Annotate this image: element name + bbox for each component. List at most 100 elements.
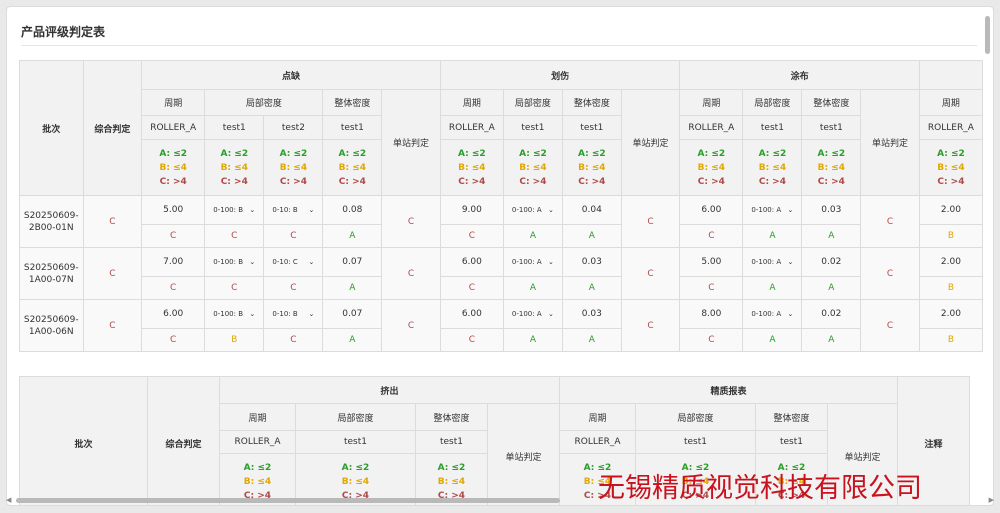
col-station-header: 单站判定 xyxy=(487,403,560,505)
col-station-header: 单站判定 xyxy=(381,89,441,196)
grading-table-1-viewport[interactable]: 批次 综合判定 点缺 划伤 涂布 周期 局部密度 整体密度 单站判定 周期 局部… xyxy=(19,60,983,352)
measured-value: 6.00 xyxy=(439,299,504,329)
col-period-header: 周期 xyxy=(679,89,744,116)
grade-cell: A xyxy=(742,276,803,300)
col-test-header: test2 xyxy=(263,115,324,140)
grade-range-select[interactable]: 0-10: C ⌄ xyxy=(271,256,315,269)
grade-range-select[interactable]: 0-100: A ⌄ xyxy=(750,308,794,321)
grade-b-criteria: B: ≤4 xyxy=(458,162,486,173)
grade-cell: A xyxy=(322,328,383,352)
scroll-right-icon[interactable]: ▶ xyxy=(989,496,994,504)
measured-value: 0.04 xyxy=(561,195,622,225)
grade-c-criteria: C: >4 xyxy=(817,176,845,187)
chevron-down-icon: ⌄ xyxy=(548,310,554,318)
scroll-left-icon[interactable]: ◀ xyxy=(6,496,11,504)
grade-a-criteria: A: ≤2 xyxy=(817,148,846,159)
grade-range-select[interactable]: 0-10: B ⌄ xyxy=(271,204,315,217)
grade-range-cell: 0-100: B ⌄ xyxy=(204,299,265,329)
col-test-header: ROLLER_A xyxy=(918,115,983,140)
grade-a-criteria: A: ≤2 xyxy=(437,462,466,473)
grade-cell: C xyxy=(204,276,265,300)
vertical-scroll-thumb[interactable] xyxy=(985,16,990,54)
batch-id: S20250609-1A00-06N xyxy=(19,299,84,352)
overall-grade: C xyxy=(82,247,143,300)
title-divider xyxy=(21,45,977,46)
grade-criteria: A: ≤2 B: ≤4 C: >4 xyxy=(801,139,862,196)
col-test-header: test1 xyxy=(635,430,756,454)
batch-id: S20250609-2B00-01N xyxy=(19,195,84,248)
grade-range-select[interactable]: 0-10: B ⌄ xyxy=(271,308,315,321)
grade-cell: A xyxy=(322,276,383,300)
overall-grade: C xyxy=(82,195,143,248)
chevron-down-icon: ⌄ xyxy=(249,310,256,318)
grade-cell: A xyxy=(801,276,862,300)
col-test-header: test1 xyxy=(742,115,803,140)
col-period-header: 周期 xyxy=(219,403,296,431)
grade-cell: C xyxy=(679,328,744,352)
measured-value: 0.08 xyxy=(322,195,383,225)
grade-cell: C xyxy=(679,276,744,300)
grade-cell: C xyxy=(439,328,504,352)
measured-value: 0.03 xyxy=(801,195,862,225)
horizontal-scroll-thumb[interactable] xyxy=(16,498,560,503)
grade-range-cell: 0-100: A ⌄ xyxy=(742,195,803,225)
col-station-header: 单站判定 xyxy=(860,89,920,196)
grade-range-select[interactable]: 0-100: A ⌄ xyxy=(750,256,794,269)
col-overall-header: 综合判定 xyxy=(147,376,220,505)
col-local-header: 局部密度 xyxy=(502,89,563,116)
grade-b-criteria: B: ≤4 xyxy=(817,162,846,173)
grade-b-criteria: B: ≤4 xyxy=(578,162,606,173)
grade-range-select[interactable]: 0-100: A ⌄ xyxy=(750,204,794,217)
grade-cell: B xyxy=(918,276,983,300)
col-test-header: test1 xyxy=(322,115,383,140)
grade-range-select[interactable]: 0-100: A ⌄ xyxy=(511,256,555,269)
measured-value: 0.03 xyxy=(561,299,622,329)
col-test-header: ROLLER_A xyxy=(219,430,296,454)
chevron-down-icon: ⌄ xyxy=(308,258,315,266)
grade-range-cell: 0-10: C ⌄ xyxy=(263,247,324,277)
measured-value: 0.07 xyxy=(322,299,383,329)
grade-cell: A xyxy=(322,224,383,248)
station-grade: C xyxy=(381,299,441,352)
col-test-header: ROLLER_A xyxy=(559,430,636,454)
grade-criteria: A: ≤2 B: ≤4 C: >4 xyxy=(918,139,983,196)
grade-range-select[interactable]: 0-100: B ⌄ xyxy=(212,204,256,217)
measured-value: 7.00 xyxy=(141,247,206,277)
grade-b-criteria: B: ≤4 xyxy=(758,162,787,173)
grade-cell: A xyxy=(742,224,803,248)
grade-cell: A xyxy=(502,224,563,248)
grade-cell: A xyxy=(502,328,563,352)
chevron-down-icon: ⌄ xyxy=(787,258,794,266)
grade-range-cell: 0-100: A ⌄ xyxy=(502,299,563,329)
grade-cell: C xyxy=(439,276,504,300)
grade-cell: A xyxy=(561,224,622,248)
chevron-down-icon: ⌄ xyxy=(787,206,794,214)
measured-value: 6.00 xyxy=(141,299,206,329)
vertical-scrollbar[interactable] xyxy=(983,8,992,496)
measured-value: 6.00 xyxy=(679,195,744,225)
grade-criteria: A: ≤2 B: ≤4 C: >4 xyxy=(141,139,206,196)
grade-criteria: A: ≤2 B: ≤4 C: >4 xyxy=(322,139,383,196)
col-station-header: 单站判定 xyxy=(620,89,681,196)
chevron-down-icon: ⌄ xyxy=(787,310,794,318)
grade-c-criteria: C: >4 xyxy=(937,176,965,187)
grade-a-criteria: A: ≤2 xyxy=(220,148,249,159)
grade-range-select[interactable]: 0-100: A ⌄ xyxy=(511,204,555,217)
table-row-grades: CCCACAACAAB xyxy=(20,224,983,248)
grade-range-cell: 0-100: B ⌄ xyxy=(204,195,265,225)
grade-range-select[interactable]: 0-100: B ⌄ xyxy=(212,308,256,321)
grade-criteria: A: ≤2 B: ≤4 C: >4 xyxy=(439,139,504,196)
col-test-header: test1 xyxy=(204,115,265,140)
col-test-header: test1 xyxy=(801,115,862,140)
station-grade: C xyxy=(381,195,441,248)
col-test-header: ROLLER_A xyxy=(439,115,504,140)
grade-cell: C xyxy=(141,224,206,248)
grade-c-criteria: C: >4 xyxy=(578,176,606,187)
grade-b-criteria: B: ≤4 xyxy=(159,162,187,173)
chevron-down-icon: ⌄ xyxy=(249,258,256,266)
grade-range-select[interactable]: 0-100: A ⌄ xyxy=(511,308,555,321)
col-test-header: test1 xyxy=(502,115,563,140)
grade-b-criteria: B: ≤4 xyxy=(338,162,367,173)
station-grade: C xyxy=(620,195,681,248)
grade-range-select[interactable]: 0-100: B ⌄ xyxy=(212,256,256,269)
